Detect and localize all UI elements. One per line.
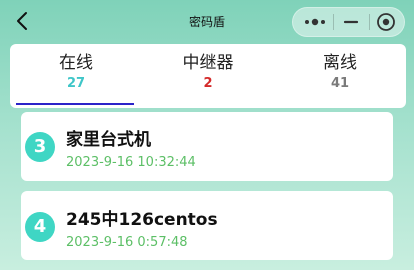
- close-button[interactable]: [371, 8, 401, 36]
- minimize-button[interactable]: [337, 8, 365, 36]
- tab-offline[interactable]: 离线 41: [274, 44, 406, 108]
- navigation-bar: 密码盾: [0, 0, 414, 44]
- status-tabs: 在线 27 中继器 2 离线 41: [10, 44, 406, 108]
- device-name: 家里台式机: [66, 130, 151, 150]
- device-name: 245中126centos: [66, 210, 218, 230]
- tab-count: 41: [330, 76, 350, 91]
- capsule-divider: [369, 14, 370, 30]
- tab-label: 离线: [323, 53, 357, 73]
- more-dots-icon: [305, 18, 325, 26]
- device-timestamp: 2023-9-16 0:57:48: [66, 235, 188, 250]
- active-tab-underline: [16, 103, 134, 105]
- tab-label: 在线: [59, 53, 93, 73]
- tab-count: 2: [203, 76, 213, 91]
- device-timestamp: 2023-9-16 10:32:44: [66, 155, 196, 170]
- mini-program-capsule: [292, 7, 405, 37]
- capsule-divider: [333, 14, 334, 30]
- more-button[interactable]: [301, 8, 329, 36]
- tab-count: 27: [66, 76, 86, 91]
- device-card[interactable]: 4 245中126centos 2023-9-16 0:57:48: [21, 191, 393, 260]
- device-number-badge: 3: [25, 132, 55, 162]
- device-card[interactable]: 3 家里台式机 2023-9-16 10:32:44: [21, 112, 393, 181]
- tab-label: 中继器: [182, 53, 234, 73]
- minimize-icon: [343, 20, 359, 24]
- tab-online[interactable]: 在线 27: [10, 44, 142, 108]
- target-icon: [377, 13, 395, 31]
- tab-relay[interactable]: 中继器 2: [142, 44, 274, 108]
- device-number-badge: 4: [25, 212, 55, 242]
